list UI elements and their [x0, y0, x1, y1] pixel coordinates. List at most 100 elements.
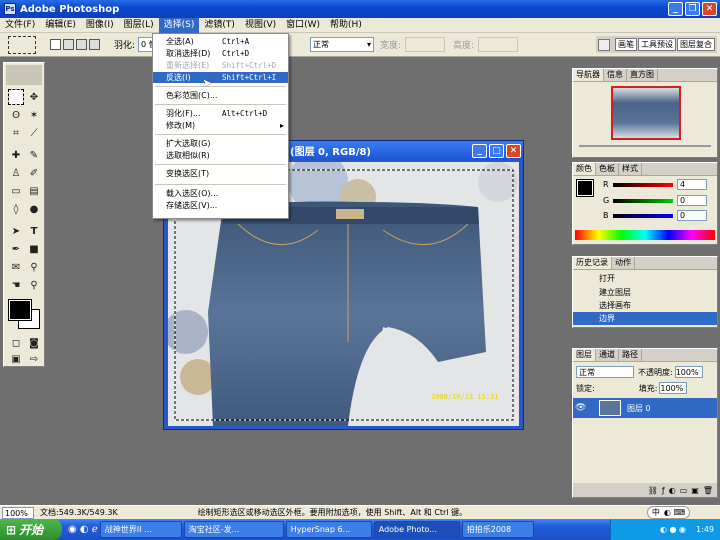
- zoom-tool-icon[interactable]: ⚲: [26, 277, 42, 293]
- tab-navigator[interactable]: 导航器: [573, 69, 604, 81]
- opacity-input[interactable]: 100%: [674, 366, 703, 378]
- lasso-tool-icon[interactable]: ʘ: [8, 107, 24, 123]
- tab-color[interactable]: 颜色: [573, 163, 596, 175]
- g-input[interactable]: 0: [677, 195, 707, 206]
- pen-tool-icon[interactable]: ✒: [8, 241, 24, 257]
- menu-edit[interactable]: 编辑(E): [40, 18, 81, 33]
- minimize-button[interactable]: _: [668, 2, 683, 16]
- file-browser-icon[interactable]: [598, 38, 610, 51]
- tab-history[interactable]: 历史记录: [573, 257, 612, 269]
- intersect-selection-icon[interactable]: [89, 39, 100, 50]
- doc-close-button[interactable]: ✕: [506, 143, 521, 158]
- tab-paths[interactable]: 路径: [619, 349, 642, 361]
- r-input[interactable]: 4: [677, 179, 707, 190]
- tab-actions[interactable]: 动作: [612, 257, 635, 269]
- mask-icon[interactable]: ◐: [669, 486, 676, 495]
- menu-image[interactable]: 图像(I): [81, 18, 119, 33]
- menu-view[interactable]: 视图(V): [240, 18, 281, 33]
- menu-item-modify[interactable]: 修改(M) ▸: [153, 120, 288, 131]
- standard-mode-icon[interactable]: ◻: [8, 335, 24, 351]
- blur-tool-icon[interactable]: ◊: [8, 201, 24, 217]
- history-item-selected[interactable]: 边界: [573, 312, 717, 325]
- history-item[interactable]: 打开: [573, 270, 717, 286]
- tab-info[interactable]: 信息: [604, 69, 627, 81]
- crop-tool-icon[interactable]: ⌗: [8, 125, 24, 141]
- marquee-tool-icon[interactable]: [8, 89, 24, 105]
- tab-histogram[interactable]: 直方图: [627, 69, 658, 81]
- restore-button[interactable]: ❐: [685, 2, 700, 16]
- tray-icons[interactable]: ◐ ● ◉: [660, 525, 686, 534]
- menu-item-load-selection[interactable]: 载入选区(O)...: [153, 188, 288, 199]
- clone-stamp-icon[interactable]: ♙: [8, 165, 24, 181]
- zoom-input[interactable]: 100%: [2, 506, 34, 519]
- menu-item-similar[interactable]: 选取相似(R): [153, 150, 288, 161]
- new-layer-icon[interactable]: ▣: [691, 486, 699, 495]
- folder-icon[interactable]: ▭: [680, 486, 688, 495]
- palette-well-layer-comps[interactable]: 图层复合: [677, 38, 715, 51]
- quicklaunch-icons[interactable]: ◉ ◐ ℯ: [68, 524, 98, 535]
- dodge-tool-icon[interactable]: ●: [26, 201, 42, 217]
- tab-swatches[interactable]: 色板: [596, 163, 619, 175]
- palette-well-tool-presets[interactable]: 工具预设: [638, 38, 676, 51]
- imageready-icon[interactable]: ⇨: [26, 351, 42, 367]
- shape-tool-icon[interactable]: ■: [26, 241, 42, 257]
- doc-maximize-button[interactable]: □: [489, 143, 504, 158]
- slice-tool-icon[interactable]: ⟋: [26, 125, 42, 141]
- start-button[interactable]: ⊞ 开始: [0, 519, 62, 540]
- eyedropper-icon[interactable]: ⚲: [26, 259, 42, 275]
- navigator-thumbnail[interactable]: [611, 86, 681, 140]
- brush-tool-icon[interactable]: ✎: [26, 147, 42, 163]
- healing-brush-icon[interactable]: ✚: [8, 147, 24, 163]
- menu-help[interactable]: 帮助(H): [325, 18, 367, 33]
- fx-icon[interactable]: ƒ: [662, 486, 665, 495]
- screen-mode-icon[interactable]: ▣: [8, 351, 24, 367]
- doc-minimize-button[interactable]: _: [472, 143, 487, 158]
- gradient-tool-icon[interactable]: ▤: [26, 183, 42, 199]
- task-button[interactable]: 拍拍乐2008: [461, 521, 534, 538]
- magic-wand-icon[interactable]: ✶: [26, 107, 42, 123]
- menu-item-inverse[interactable]: 反选(I) Shift+Ctrl+I: [153, 72, 288, 83]
- notes-tool-icon[interactable]: ✉: [8, 259, 24, 275]
- marquee-tool-preset-icon[interactable]: [8, 35, 36, 54]
- foreground-color-swatch[interactable]: [8, 299, 32, 321]
- color-ramp[interactable]: [575, 230, 715, 240]
- task-button[interactable]: 淘宝社区-发...: [183, 521, 284, 538]
- link-icon[interactable]: ⛓: [648, 486, 658, 495]
- menu-layer[interactable]: 图层(L): [119, 18, 159, 33]
- menu-item-feather[interactable]: 羽化(F)... Alt+Ctrl+D: [153, 108, 288, 119]
- path-select-icon[interactable]: ➤: [8, 223, 24, 239]
- menu-file[interactable]: 文件(F): [0, 18, 40, 33]
- subtract-selection-icon[interactable]: [76, 39, 87, 50]
- menu-filter[interactable]: 滤镜(T): [199, 18, 240, 33]
- menu-item-grow[interactable]: 扩大选取(G): [153, 138, 288, 149]
- fill-input[interactable]: 100%: [659, 382, 688, 394]
- add-selection-icon[interactable]: [63, 39, 74, 50]
- b-input[interactable]: 0: [677, 210, 707, 221]
- tab-styles[interactable]: 样式: [619, 163, 642, 175]
- history-item[interactable]: 选择画布: [573, 299, 717, 312]
- quick-mask-icon[interactable]: ◙: [26, 335, 42, 351]
- move-tool-icon[interactable]: ✥: [26, 89, 42, 105]
- blend-mode-select[interactable]: 正常: [576, 366, 634, 378]
- menu-item-transform-selection[interactable]: 变换选区(T): [153, 168, 288, 179]
- menu-item-color-range[interactable]: 色彩范围(C)...: [153, 90, 288, 101]
- menu-window[interactable]: 窗口(W): [281, 18, 325, 33]
- history-item[interactable]: 建立图层: [573, 286, 717, 299]
- history-brush-icon[interactable]: ✐: [26, 165, 42, 181]
- new-selection-icon[interactable]: [50, 39, 61, 50]
- type-tool-icon[interactable]: T: [26, 223, 42, 239]
- tab-layers[interactable]: 图层: [573, 349, 596, 361]
- task-button-active[interactable]: Adobe Photo...: [373, 521, 460, 538]
- ime-bar[interactable]: 中 ◐ ⌨: [646, 506, 690, 519]
- g-slider[interactable]: [613, 199, 673, 203]
- zoom-slider[interactable]: [579, 145, 711, 147]
- menu-item-deselect[interactable]: 取消选择(D) Ctrl+D: [153, 48, 288, 59]
- menu-select[interactable]: 选择(S): [158, 17, 200, 33]
- color-fg-swatch[interactable]: [576, 179, 594, 197]
- task-button[interactable]: HyperSnap 6...: [285, 521, 372, 538]
- hand-tool-icon[interactable]: ☚: [8, 277, 24, 293]
- close-button[interactable]: ✕: [702, 2, 717, 16]
- tab-channels[interactable]: 通道: [596, 349, 619, 361]
- r-slider[interactable]: [613, 183, 673, 187]
- menu-item-select-all[interactable]: 全选(A) Ctrl+A: [153, 36, 288, 47]
